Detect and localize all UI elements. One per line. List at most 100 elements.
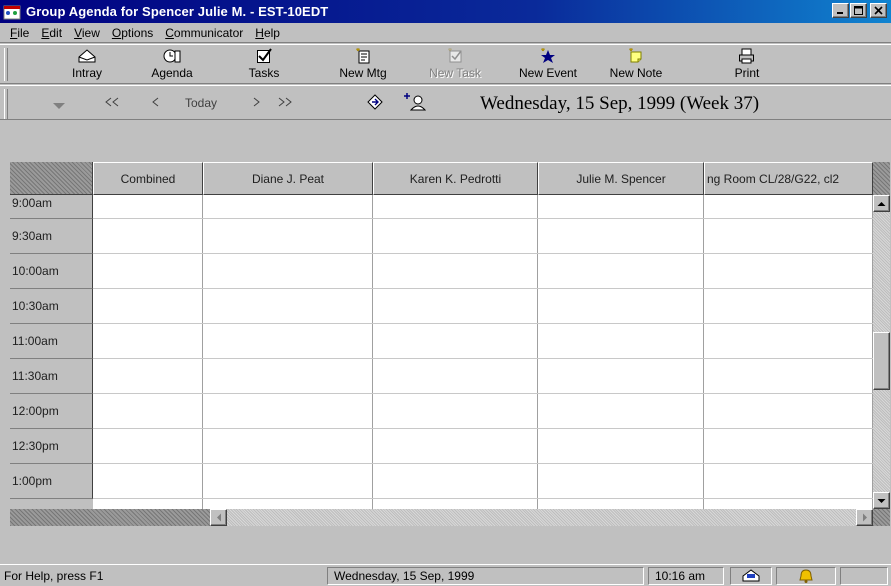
app-icon[interactable] (3, 4, 21, 20)
agenda-button[interactable]: Agenda (144, 47, 200, 83)
schedule-cell[interactable] (203, 289, 373, 323)
schedule-cell[interactable] (203, 195, 373, 218)
schedule-cell[interactable] (704, 464, 873, 498)
schedule-cell[interactable] (93, 359, 203, 393)
scroll-left-button[interactable] (210, 509, 227, 526)
schedule-cell[interactable] (373, 219, 538, 253)
add-person-icon[interactable] (402, 91, 426, 111)
schedule-cell[interactable] (203, 254, 373, 288)
previous-day-icon[interactable] (150, 96, 162, 108)
new-task-icon (447, 47, 462, 63)
menu-options[interactable]: Options (106, 26, 159, 40)
schedule-cell[interactable] (93, 499, 203, 509)
today-button[interactable]: Today (185, 96, 217, 110)
first-page-icon[interactable] (104, 96, 122, 108)
close-button[interactable] (870, 3, 887, 18)
schedule-cell[interactable] (538, 195, 704, 218)
new-event-button[interactable]: New Event (510, 47, 586, 83)
new-note-button[interactable]: New Note (602, 47, 670, 83)
minimize-button[interactable] (832, 3, 849, 18)
schedule-cell[interactable] (538, 254, 704, 288)
new-meeting-button[interactable]: New Mtg (336, 47, 390, 83)
schedule-cell[interactable] (203, 429, 373, 463)
schedule-cell[interactable] (538, 464, 704, 498)
schedule-cell[interactable] (704, 195, 873, 218)
schedule-cell[interactable] (538, 499, 704, 509)
schedule-cell[interactable] (704, 254, 873, 288)
menu-edit[interactable]: Edit (35, 26, 68, 40)
schedule-cell[interactable] (93, 289, 203, 323)
menu-help[interactable]: Help (249, 26, 286, 40)
schedule-cell[interactable] (538, 359, 704, 393)
schedule-cell[interactable] (373, 464, 538, 498)
new-task-button[interactable]: New Task (424, 47, 486, 83)
schedule-area (93, 195, 873, 509)
view-dropdown-icon[interactable] (52, 102, 66, 110)
status-alarm-indicator[interactable] (776, 567, 836, 585)
schedule-cell[interactable] (538, 429, 704, 463)
menu-view[interactable]: View (68, 26, 106, 40)
horizontal-scrollbar[interactable] (210, 509, 873, 526)
schedule-cell[interactable] (704, 499, 873, 509)
scroll-up-button[interactable] (873, 195, 890, 212)
schedule-cell[interactable] (93, 429, 203, 463)
schedule-cell[interactable] (704, 219, 873, 253)
maximize-button[interactable] (850, 3, 867, 18)
schedule-cell[interactable] (704, 324, 873, 358)
goto-date-icon[interactable] (366, 94, 384, 110)
column-header-combined[interactable]: Combined (93, 162, 203, 195)
schedule-cell[interactable] (373, 195, 538, 218)
status-intray-indicator[interactable] (730, 567, 772, 585)
schedule-cell[interactable] (373, 254, 538, 288)
schedule-cell[interactable] (538, 219, 704, 253)
tasks-button[interactable]: Tasks (242, 47, 286, 83)
column-header-diane-peat[interactable]: Diane J. Peat (203, 162, 373, 195)
vertical-scroll-thumb[interactable] (873, 332, 890, 390)
schedule-cell[interactable] (203, 499, 373, 509)
schedule-cell[interactable] (373, 499, 538, 509)
schedule-cell[interactable] (538, 324, 704, 358)
schedule-cell[interactable] (203, 359, 373, 393)
print-button[interactable]: Print (724, 47, 770, 83)
schedule-cell[interactable] (93, 195, 203, 218)
schedule-cell[interactable] (373, 324, 538, 358)
schedule-cell[interactable] (93, 464, 203, 498)
scroll-right-button[interactable] (856, 509, 873, 526)
schedule-cell[interactable] (373, 429, 538, 463)
column-header-julie-spencer[interactable]: Julie M. Spencer (538, 162, 704, 195)
next-day-icon[interactable] (250, 96, 262, 108)
intray-button[interactable]: Intray (62, 47, 112, 83)
menu-communicator[interactable]: Communicator (159, 26, 249, 40)
nav-toolbar-grip[interactable] (4, 89, 8, 119)
schedule-cell[interactable] (538, 289, 704, 323)
schedule-cell[interactable] (373, 289, 538, 323)
new-note-label: New Note (609, 66, 663, 80)
menu-file[interactable]: File (4, 26, 35, 40)
column-header-meeting-room[interactable]: ng Room CL/28/G22, cl2 (704, 162, 873, 195)
column-header-karen-pedrotti[interactable]: Karen K. Pedrotti (373, 162, 538, 195)
schedule-row (93, 499, 873, 509)
scroll-down-button[interactable] (873, 492, 890, 509)
status-time: 10:16 am (648, 567, 724, 585)
schedule-cell[interactable] (203, 219, 373, 253)
schedule-cell[interactable] (704, 429, 873, 463)
status-bar: For Help, press F1 Wednesday, 15 Sep, 19… (0, 564, 891, 586)
schedule-cell[interactable] (93, 394, 203, 428)
time-slot-label: 1:00pm (10, 464, 93, 499)
schedule-cell[interactable] (93, 219, 203, 253)
schedule-cell[interactable] (203, 394, 373, 428)
schedule-cell[interactable] (373, 394, 538, 428)
schedule-cell[interactable] (203, 324, 373, 358)
last-page-icon[interactable] (275, 96, 293, 108)
intray-icon (78, 49, 96, 63)
schedule-cell[interactable] (704, 394, 873, 428)
schedule-cell[interactable] (704, 359, 873, 393)
schedule-cell[interactable] (203, 464, 373, 498)
schedule-cell[interactable] (538, 394, 704, 428)
schedule-cell[interactable] (704, 289, 873, 323)
schedule-cell[interactable] (373, 359, 538, 393)
schedule-cell[interactable] (93, 254, 203, 288)
schedule-cell[interactable] (93, 324, 203, 358)
toolbar-grip[interactable] (4, 48, 8, 81)
vertical-scrollbar[interactable] (873, 195, 890, 509)
